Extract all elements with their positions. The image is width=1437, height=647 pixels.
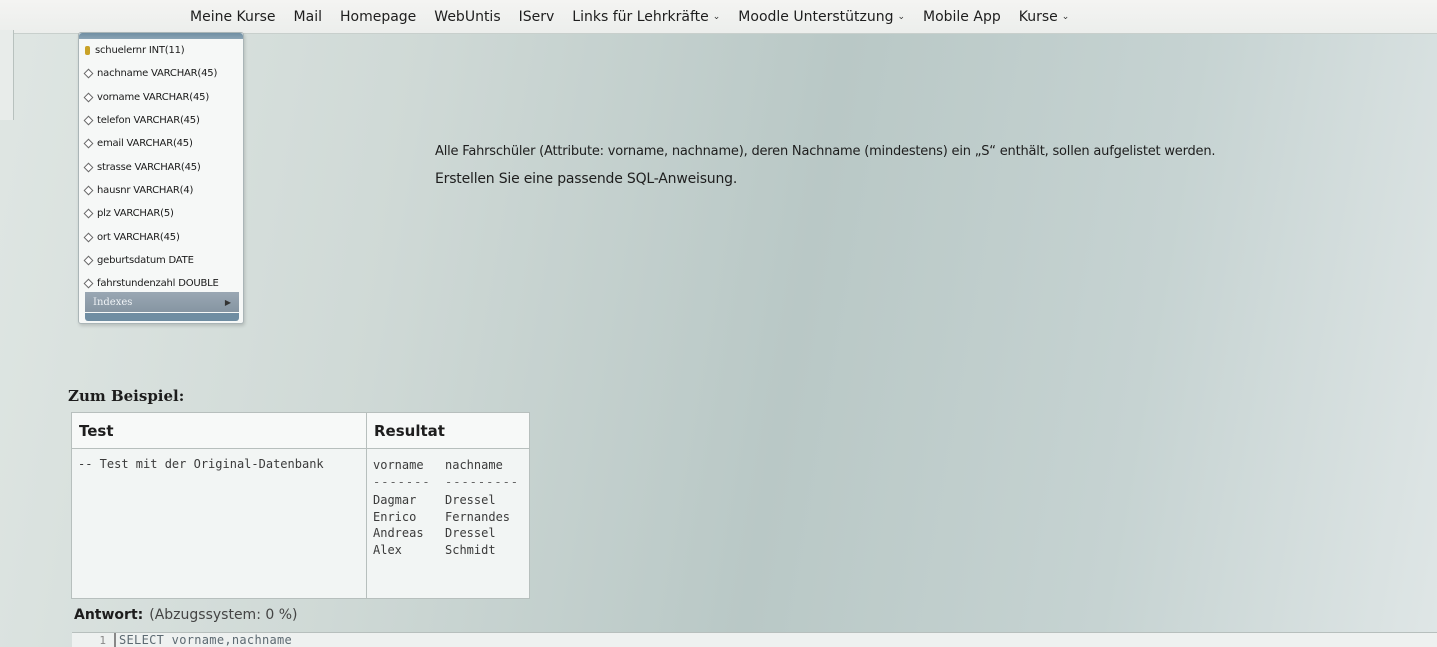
schema-table-diagram: schuelernr INT(11) nachname VARCHAR(45) … [78,32,244,324]
result-column-header: vorname [373,458,424,472]
result-cell: Alex [373,542,402,557]
column-diamond-icon [83,185,94,196]
sql-answer-editor[interactable]: 1 SELECT vorname,nachname [72,632,1437,647]
result-cell: Fernandes [445,509,511,524]
nav-item-meine-kurse[interactable]: Meine Kurse [190,9,276,25]
example-header-test: Test [71,412,367,449]
nav-item-moodle-unterstuetzung[interactable]: Moodle Unterstützung ⌄ [738,9,905,25]
schema-column: hausnr VARCHAR(4) [79,179,243,202]
chevron-down-icon: ⌄ [1061,11,1070,22]
column-diamond-icon [83,138,94,149]
schema-column: telefon VARCHAR(45) [79,109,243,132]
primary-key-icon [85,46,90,56]
chevron-down-icon: ⌄ [897,11,905,22]
result-separator: --------- [445,474,520,489]
triangle-right-icon: ▶ [224,297,231,307]
schema-column: vorname VARCHAR(45) [79,86,243,109]
result-cell: Dressel [445,526,496,540]
schema-column: email VARCHAR(45) [79,132,243,155]
result-column-header: nachname [445,458,503,472]
column-diamond-icon [83,278,94,289]
result-cell: Schmidt [445,542,496,557]
nav-item-mobile-app[interactable]: Mobile App [923,9,1001,25]
nav-item-iserv[interactable]: IServ [519,9,555,25]
result-cell: Dagmar [373,493,417,507]
column-diamond-icon [83,115,94,126]
left-drawer-edge[interactable] [0,30,14,120]
schema-column: ort VARCHAR(45) [79,225,243,248]
column-diamond-icon [83,232,94,242]
schema-indexes-toggle[interactable]: Indexes ▶ [85,292,239,312]
schema-footer-strip [85,313,239,321]
schema-column: schuelernr INT(11) [79,39,243,62]
chevron-down-icon: ⌄ [712,11,721,22]
column-diamond-icon [83,255,94,266]
column-diamond-icon [83,68,94,79]
result-cell: Andreas [373,526,424,540]
example-test-cell: -- Test mit der Original-Datenbank [71,448,367,599]
editor-line-number: 1 [99,633,106,647]
nav-item-kurse[interactable]: Kurse ⌄ [1019,9,1070,25]
column-diamond-icon [83,162,94,173]
question-line-2: Erstellen Sie eine passende SQL-Anweisun… [435,171,738,187]
result-cell: Enrico [373,509,417,524]
answer-label: Antwort: (Abzugssystem: 0 %) [74,607,298,623]
schema-column: plz VARCHAR(5) [79,202,243,225]
column-diamond-icon [83,92,94,103]
result-cell: Dressel [445,493,496,507]
example-title: Zum Beispiel: [68,387,185,405]
schema-column: nachname VARCHAR(45) [79,62,243,85]
question-text: Alle Fahrschüler (Attribute: vorname, na… [435,144,1415,199]
nav-item-webuntis[interactable]: WebUntis [434,9,500,25]
top-navigation: Meine Kurse Mail Homepage WebUntis IServ… [0,0,1437,34]
example-table: Test Resultat -- Test mit der Original-D… [71,412,530,599]
nav-item-mail[interactable]: Mail [294,9,322,25]
editor-code-line[interactable]: SELECT vorname,nachname [114,633,292,647]
nav-item-homepage[interactable]: Homepage [340,9,416,25]
column-diamond-icon [83,208,94,219]
example-result-cell: vorname nachname ------- --------- Dagma… [366,448,530,599]
nav-item-links-fuer-lehrkraefte[interactable]: Links für Lehrkräfte ⌄ [572,9,720,25]
schema-column: strasse VARCHAR(45) [79,155,243,178]
result-separator: ------- [373,474,431,489]
question-line-1: Alle Fahrschüler (Attribute: vorname, na… [435,144,1216,159]
example-header-result: Resultat [366,412,530,449]
schema-column: geburtsdatum DATE [79,249,243,272]
penalty-info: (Abzugssystem: 0 %) [149,607,298,623]
